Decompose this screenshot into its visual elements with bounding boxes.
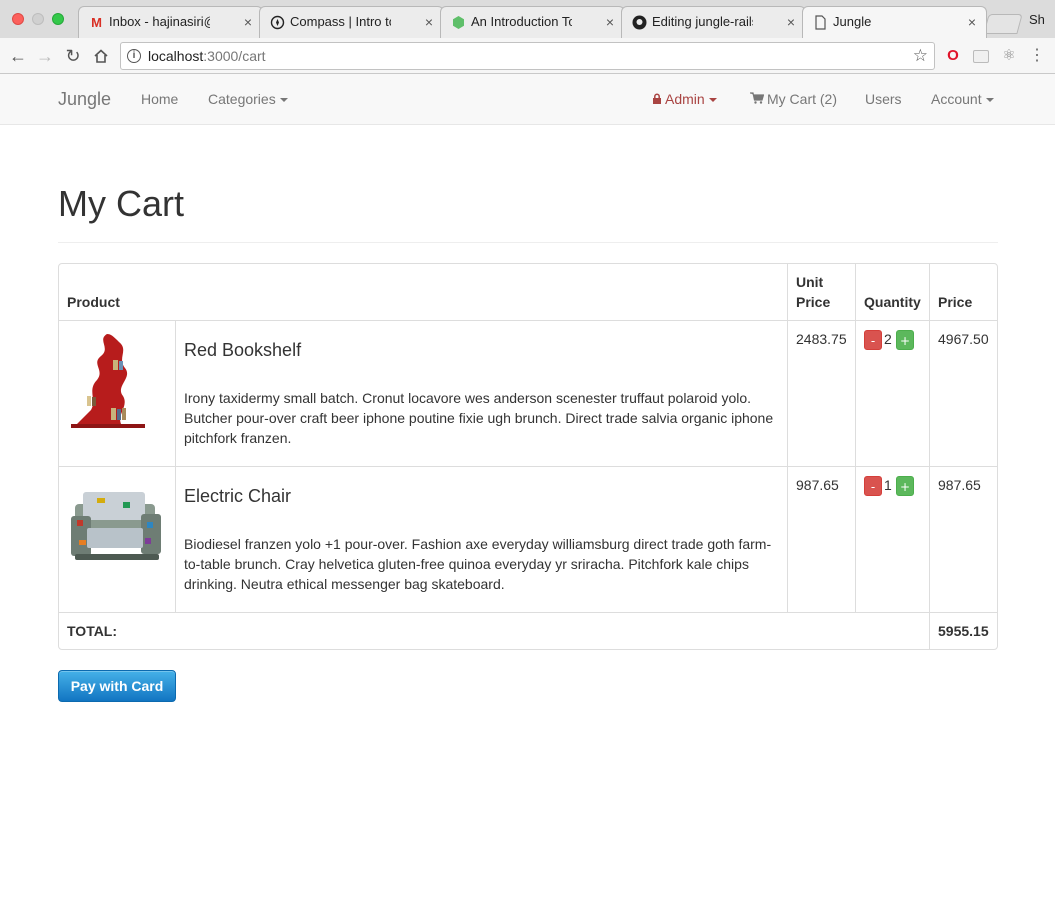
window-minimize-button[interactable] xyxy=(32,13,44,25)
window-close-button[interactable] xyxy=(12,13,24,25)
back-arrow-icon[interactable]: ← xyxy=(6,44,30,68)
row-divider xyxy=(59,320,997,321)
url-path: :3000/cart xyxy=(203,48,266,64)
nav-categories-label: Categories xyxy=(208,91,276,107)
header-quantity: Quantity xyxy=(864,294,921,310)
home-icon[interactable] xyxy=(89,44,113,68)
cart-table: Product Unit Price Quantity Price Red Bo… xyxy=(58,263,998,650)
compass-icon xyxy=(270,15,285,30)
browser-tab-compass[interactable]: Compass | Intro to RSpec × xyxy=(259,6,444,38)
total-label: TOTAL: xyxy=(67,623,118,639)
caret-down-icon xyxy=(279,98,288,103)
total-value: 5955.15 xyxy=(938,623,989,639)
shopping-cart-icon xyxy=(750,75,765,125)
extension-icon[interactable] xyxy=(973,50,989,63)
close-tab-icon[interactable]: × xyxy=(968,7,976,37)
close-tab-icon[interactable]: × xyxy=(244,7,252,37)
row-divider xyxy=(59,612,997,613)
site-info-icon[interactable]: i xyxy=(127,49,141,63)
electric-chair-image xyxy=(71,492,161,560)
column-divider xyxy=(855,264,856,612)
nav-account-label: Account xyxy=(931,91,982,107)
column-divider xyxy=(787,264,788,612)
gmail-icon: M xyxy=(91,15,102,30)
product-name[interactable]: Electric Chair xyxy=(184,485,291,507)
increase-quantity-button[interactable]: + xyxy=(896,476,914,496)
profile-label[interactable]: Sh xyxy=(1029,12,1045,27)
product-image[interactable] xyxy=(67,476,167,576)
product-description: Biodiesel franzen yolo +1 pour-over. Fas… xyxy=(184,536,772,592)
unit-price: 987.65 xyxy=(796,477,839,493)
nav-home-link[interactable]: Home xyxy=(141,74,178,124)
nav-admin-label: Admin xyxy=(665,91,705,107)
brand-link[interactable]: Jungle xyxy=(58,74,111,124)
product-description: Irony taxidermy small batch. Cronut loca… xyxy=(184,390,774,446)
browser-toolbar: ← → ↻ i localhost:3000/cart ☆ O ⚛ ⋮ xyxy=(0,38,1055,74)
header-price: Price xyxy=(938,294,973,310)
close-tab-icon[interactable]: × xyxy=(787,7,795,37)
header-product: Product xyxy=(67,294,120,310)
new-tab-button[interactable] xyxy=(983,14,1023,34)
reload-icon[interactable]: ↻ xyxy=(61,44,85,68)
nav-categories-dropdown[interactable]: Categories xyxy=(208,74,288,124)
decrease-quantity-button[interactable]: - xyxy=(864,330,882,350)
browser-tab-rspec[interactable]: An Introduction To RSpec × xyxy=(440,6,625,38)
red-bookshelf-image xyxy=(71,334,145,428)
line-price: 987.65 xyxy=(938,477,981,493)
nav-admin-dropdown[interactable]: Admin xyxy=(652,74,717,124)
window-maximize-button[interactable] xyxy=(52,13,64,25)
quantity-value: 2 xyxy=(884,331,892,347)
column-divider xyxy=(929,264,930,650)
browser-tab-github[interactable]: Editing jungle-rails/README × xyxy=(621,6,806,38)
browser-menu-icon[interactable]: ⋮ xyxy=(1028,47,1046,65)
title-divider xyxy=(58,242,998,243)
product-image[interactable] xyxy=(67,330,151,430)
header-unit-price-line1: Unit xyxy=(796,274,824,290)
pay-with-card-button[interactable]: Pay with Card xyxy=(58,670,176,702)
page-title: My Cart xyxy=(58,183,184,224)
header-unit-price-line2: Price xyxy=(796,294,831,310)
site-navbar: Jungle Home Categories Admin My Cart (2)… xyxy=(0,74,1055,125)
increase-quantity-button[interactable]: + xyxy=(896,330,914,350)
line-price: 4967.50 xyxy=(938,331,989,347)
quantity-value: 1 xyxy=(884,477,892,493)
browser-tab-jungle[interactable]: Jungle × xyxy=(802,6,987,38)
forward-arrow-icon[interactable]: → xyxy=(33,44,57,68)
nav-cart-label: My Cart (2) xyxy=(767,91,837,107)
address-bar[interactable]: i localhost:3000/cart ☆ xyxy=(120,42,935,70)
github-icon xyxy=(632,15,647,30)
hex-icon xyxy=(451,15,466,30)
column-divider xyxy=(175,320,176,612)
browser-tab-gmail[interactable]: M Inbox - hajinasiri@gm... × xyxy=(78,6,263,38)
caret-down-icon xyxy=(708,98,717,103)
page-icon xyxy=(813,15,828,30)
bookmark-star-icon[interactable]: ☆ xyxy=(913,43,928,69)
opera-extension-icon[interactable]: O xyxy=(944,47,962,65)
nav-cart-link[interactable]: My Cart (2) xyxy=(750,74,837,124)
react-devtools-icon[interactable]: ⚛ xyxy=(1000,47,1018,65)
unit-price: 2483.75 xyxy=(796,331,847,347)
url-host: localhost xyxy=(148,48,204,64)
caret-down-icon xyxy=(985,98,994,103)
nav-account-dropdown[interactable]: Account xyxy=(931,74,994,124)
close-tab-icon[interactable]: × xyxy=(425,7,433,37)
close-tab-icon[interactable]: × xyxy=(606,7,614,37)
row-divider xyxy=(59,466,997,467)
decrease-quantity-button[interactable]: - xyxy=(864,476,882,496)
product-name[interactable]: Red Bookshelf xyxy=(184,339,301,361)
lock-icon xyxy=(652,75,662,125)
browser-tab-strip: M Inbox - hajinasiri@gm... × Compass | I… xyxy=(0,0,1055,38)
nav-users-link[interactable]: Users xyxy=(865,74,902,124)
